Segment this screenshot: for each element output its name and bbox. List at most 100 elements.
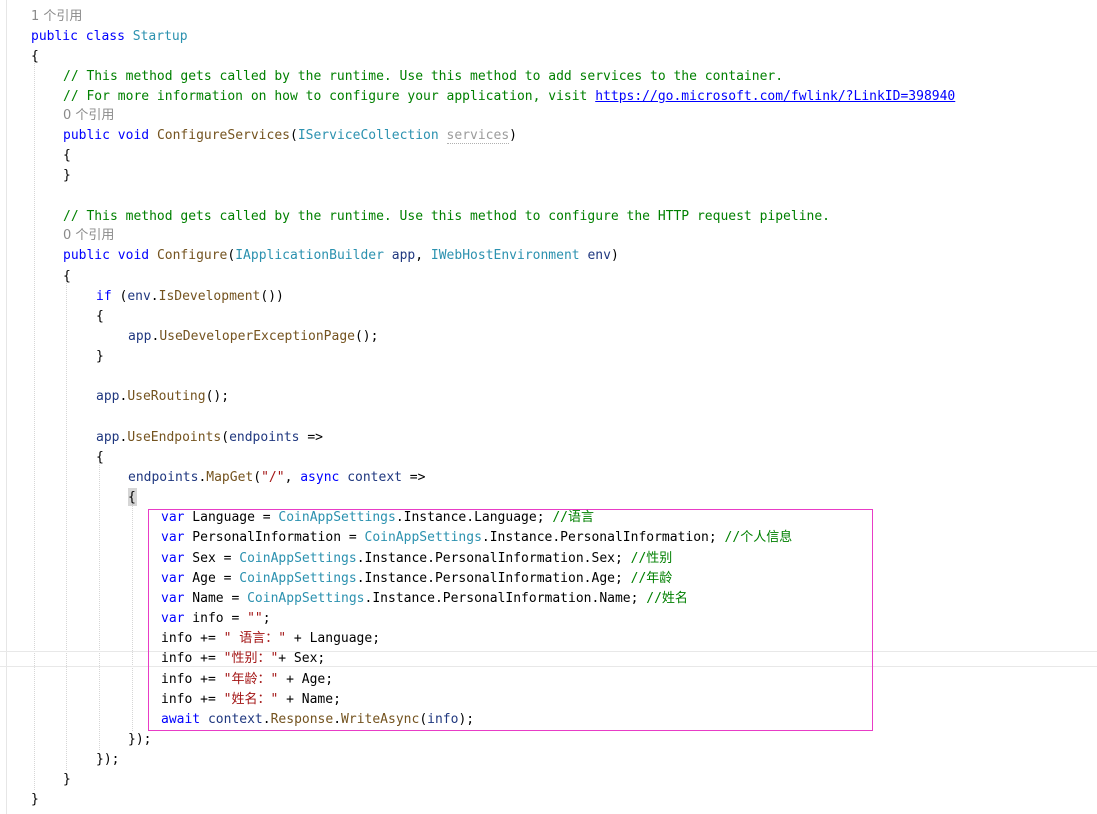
reference-count-lens[interactable]: 0 个引用	[63, 108, 114, 123]
code-token: context	[347, 470, 402, 485]
code-token: PersonalInformation =	[184, 530, 365, 545]
code-editor[interactable]: 1 个引用 public class Startup { // This method…	[0, 0, 1097, 814]
code-line[interactable]: if (env.IsDevelopment())	[96, 287, 284, 307]
code-line[interactable]: endpoints.MapGet("/", async context =>	[128, 468, 425, 488]
code-line[interactable]: });	[128, 730, 151, 750]
code-line[interactable]: var Age = CoinAppSettings.Instance.Perso…	[161, 569, 672, 589]
code-token: {	[31, 49, 39, 64]
code-token: Configure	[156, 248, 228, 263]
code-token: =>	[401, 470, 426, 485]
code-token: info =	[184, 611, 248, 626]
code-token: app	[96, 389, 120, 404]
code-line[interactable]: // This method gets called by the runtim…	[63, 207, 830, 227]
indent-guide	[66, 283, 67, 770]
code-token: endpoints	[229, 430, 300, 445]
code-token: env	[127, 289, 151, 304]
code-token: "性别："	[223, 651, 279, 666]
code-token: + Sex;	[278, 651, 326, 666]
code-line[interactable]: info += "性别："+ Sex;	[161, 649, 325, 669]
code-token: //个人信息	[724, 530, 793, 545]
code-token: WriteAsync	[341, 712, 420, 727]
code-line[interactable]: 1 个引用	[31, 7, 82, 27]
code-line[interactable]: 0 个引用	[63, 106, 114, 126]
code-token: info +=	[161, 672, 224, 687]
code-line[interactable]: info += "年龄：" + Age;	[161, 670, 333, 690]
code-token: UseRouting	[127, 389, 206, 404]
code-token: var	[161, 530, 185, 545]
code-token: UseDeveloperExceptionPage	[159, 329, 355, 344]
code-token: )	[610, 248, 619, 263]
code-token: info	[427, 712, 459, 727]
code-line[interactable]: }	[96, 347, 104, 367]
code-line[interactable]: app.UseEndpoints(endpoints =>	[96, 428, 323, 448]
code-token: CoinAppSettings	[364, 530, 482, 545]
code-token: "年龄："	[223, 672, 279, 687]
code-line[interactable]: // This method gets called by the runtim…	[63, 67, 783, 87]
code-token: var	[161, 591, 185, 606]
code-token: }	[31, 792, 39, 807]
code-line[interactable]: var Name = CoinAppSettings.Instance.Pers…	[161, 589, 688, 609]
code-token: // This method gets called by the runtim…	[63, 209, 831, 224]
code-line[interactable]: {	[96, 448, 104, 468]
code-token: public	[63, 248, 110, 263]
code-token: .	[150, 289, 159, 304]
code-line[interactable]: 0 个引用	[63, 226, 114, 246]
code-token: if	[96, 289, 112, 304]
code-token: .	[333, 712, 342, 727]
code-token: .	[262, 712, 271, 727]
code-line[interactable]: var Language = CoinAppSettings.Instance.…	[161, 508, 594, 528]
code-token: void	[117, 248, 150, 263]
code-line[interactable]: await context.Response.WriteAsync(info);	[161, 710, 474, 730]
code-token: IServiceCollection	[297, 128, 439, 143]
code-line[interactable]: {	[63, 146, 71, 166]
code-token: }	[63, 772, 71, 787]
code-line[interactable]: }	[63, 166, 71, 186]
code-token: Sex =	[184, 551, 240, 566]
code-token: {	[96, 309, 104, 324]
code-line[interactable]: app.UseDeveloperExceptionPage();	[128, 327, 378, 347]
code-token: info +=	[161, 631, 224, 646]
code-token: });	[96, 752, 120, 767]
code-token: + Name;	[278, 692, 341, 707]
code-token: .Instance.PersonalInformation;	[481, 530, 725, 545]
code-line[interactable]: info += " 语言：" + Language;	[161, 629, 380, 649]
reference-count-lens[interactable]: 0 个引用	[63, 228, 114, 243]
code-token: "姓名："	[223, 692, 279, 707]
code-line[interactable]: {	[63, 267, 71, 287]
code-line[interactable]: });	[96, 750, 119, 770]
code-token: // This method gets called by the runtim…	[63, 69, 784, 84]
code-line[interactable]: }	[31, 790, 39, 810]
code-token: context	[207, 712, 263, 727]
code-line[interactable]: public class Startup	[31, 27, 188, 47]
code-line[interactable]: var PersonalInformation = CoinAppSetting…	[161, 528, 792, 548]
reference-count-lens[interactable]: 1 个引用	[31, 9, 82, 24]
code-line[interactable]: public void Configure(IApplicationBuilde…	[63, 246, 619, 266]
code-line[interactable]: public void ConfigureServices(IServiceCo…	[63, 126, 517, 146]
code-token: {	[63, 269, 71, 284]
code-line[interactable]: app.UseRouting();	[96, 387, 229, 407]
code-line[interactable]: {	[31, 47, 39, 67]
code-token: (	[253, 470, 262, 485]
code-token: ;	[262, 611, 271, 626]
code-line[interactable]: info += "姓名：" + Name;	[161, 690, 341, 710]
code-line[interactable]: var Sex = CoinAppSettings.Instance.Perso…	[161, 549, 672, 569]
code-token: //年龄	[630, 571, 673, 586]
code-line[interactable]: {	[96, 307, 104, 327]
code-token: Language =	[184, 510, 279, 525]
code-token: ,	[415, 248, 431, 263]
code-line[interactable]: }	[63, 770, 71, 790]
code-token: ();	[354, 329, 379, 344]
url-link[interactable]: https://go.microsoft.com/fwlink/?LinkID=…	[595, 89, 955, 104]
code-token: " 语言："	[223, 631, 287, 646]
code-token: app	[128, 329, 152, 344]
code-line[interactable]: // For more information on how to config…	[63, 87, 955, 107]
code-line[interactable]: {	[128, 488, 136, 508]
code-token: IWebHostEnvironment	[430, 248, 580, 263]
code-token: }	[63, 168, 71, 183]
code-token: (	[419, 712, 428, 727]
code-token: + Age;	[278, 672, 334, 687]
code-line[interactable]: var info = "";	[161, 609, 271, 629]
